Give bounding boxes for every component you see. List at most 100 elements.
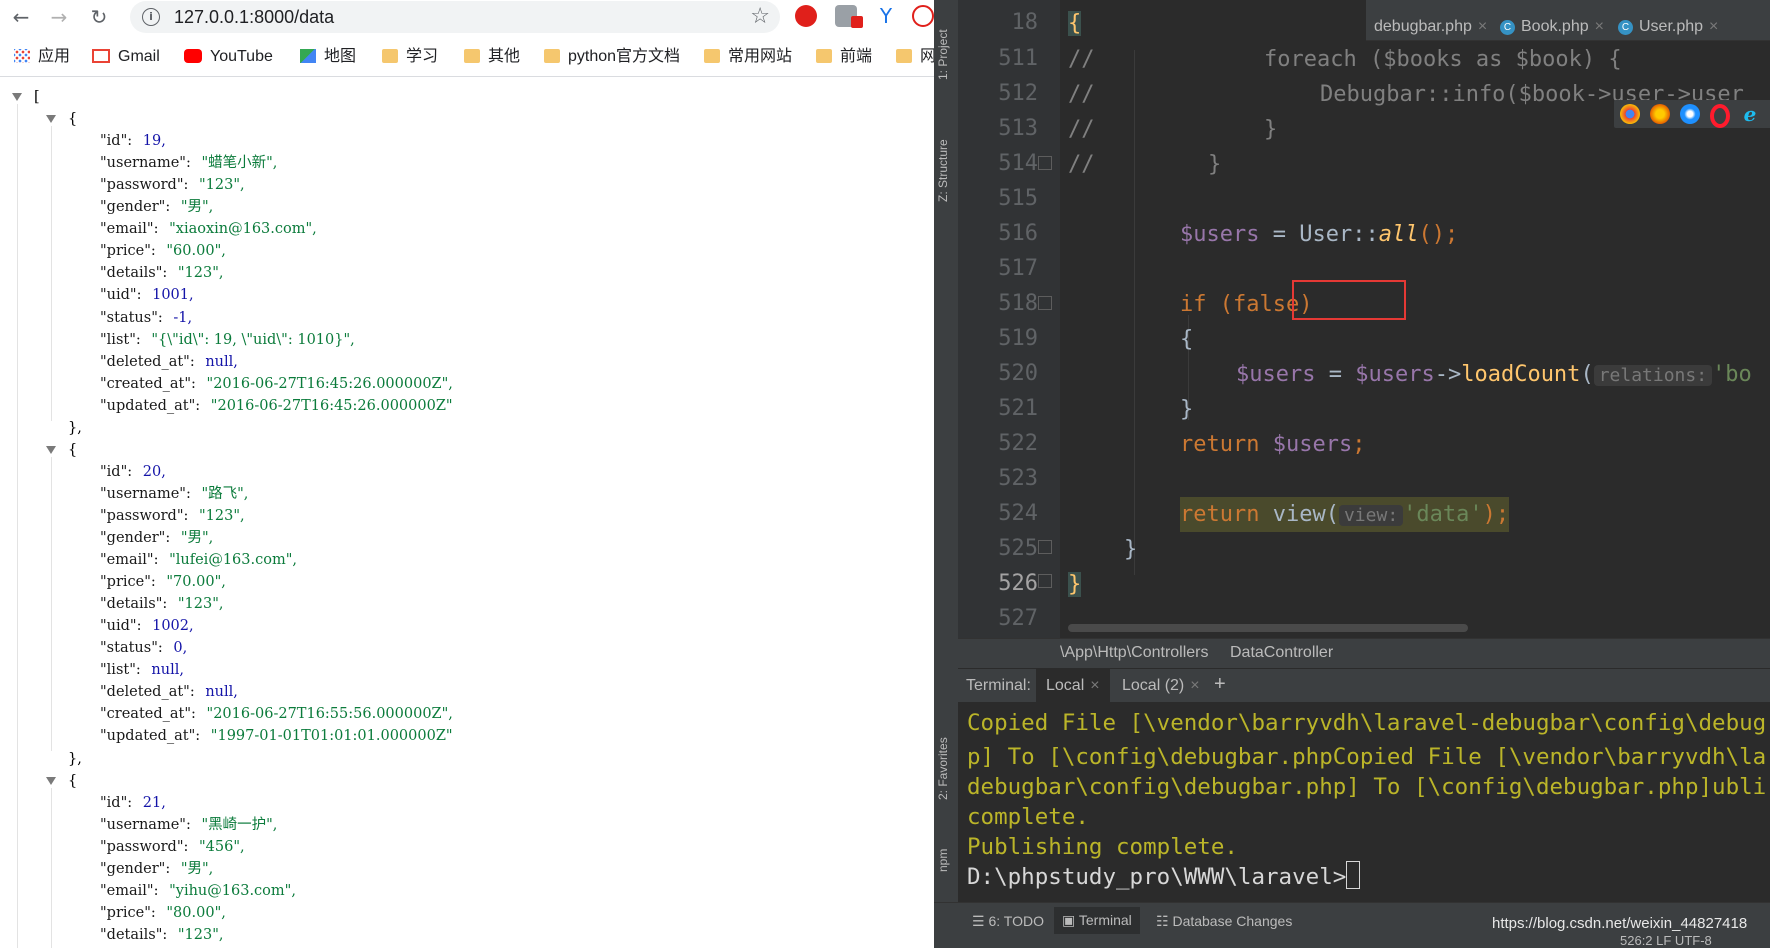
json-key: "password": [100, 838, 189, 855]
line-number: 524 [998, 501, 1038, 526]
bookmark-gmail[interactable]: Gmail [92, 46, 160, 68]
fold-marker-icon[interactable] [1038, 540, 1052, 554]
url-text[interactable]: 127.0.0.1:8000/data [174, 7, 334, 28]
close-icon[interactable]: × [1478, 18, 1487, 35]
bookmark-maps[interactable]: 地图 [300, 46, 356, 68]
json-property: "gender": "男", [100, 196, 213, 218]
json-property: "username": "路飞", [100, 483, 248, 505]
json-value: "男", [176, 530, 214, 546]
json-key: "uid": [100, 287, 142, 304]
json-value: "男", [176, 860, 214, 877]
json-key: "password": [100, 507, 189, 524]
json-value: "黑崎一护", [196, 816, 278, 833]
indent-guide [51, 456, 52, 752]
collapse-triangle-icon[interactable] [46, 115, 56, 124]
json-key: "list": [100, 331, 141, 348]
firefox-icon[interactable] [1650, 104, 1670, 124]
json-key: "created_at": [100, 706, 196, 723]
json-key: "deleted_at": [100, 353, 195, 370]
line-number: 526 [998, 571, 1038, 596]
close-icon[interactable]: × [1190, 677, 1199, 694]
folder-icon [704, 49, 720, 63]
reload-icon[interactable]: ↻ [84, 2, 114, 32]
opera-icon[interactable] [1710, 104, 1730, 128]
tab-user-php[interactable]: C User.php × [1618, 18, 1718, 36]
database-changes-tab[interactable]: ☷ Database Changes [1156, 913, 1292, 930]
code-line-524: return view(view:'data'); [1180, 497, 1510, 532]
json-bracket: { [68, 441, 78, 458]
indent-guide [1134, 50, 1135, 575]
npm-tool-label[interactable]: npm [936, 849, 950, 872]
bookmark-folder-frontend[interactable]: 前端 [816, 46, 872, 68]
record-extension-icon[interactable] [912, 5, 934, 27]
info-icon[interactable]: i [142, 8, 160, 26]
bookmark-folder-study[interactable]: 学习 [382, 46, 438, 68]
safari-icon[interactable] [1680, 104, 1700, 124]
breadcrumb-namespace[interactable]: \App\Http\Controllers [1060, 644, 1209, 662]
collapse-triangle-icon[interactable] [46, 445, 56, 454]
bookmark-folder-other[interactable]: 其他 [464, 46, 520, 68]
star-icon[interactable]: ☆ [750, 4, 770, 29]
ie-icon[interactable]: e [1740, 104, 1760, 124]
json-property: "email": "lufei@163.com", [100, 549, 297, 571]
json-value: "路飞", [196, 485, 249, 502]
json-value: "80.00", [161, 904, 226, 921]
terminal-output[interactable]: Copied File [\vendor\barryvdh\laravel-de… [958, 702, 1770, 902]
json-property: "created_at": "2016-06-27T16:55:56.00000… [100, 703, 453, 725]
chrome-icon[interactable] [1620, 104, 1640, 124]
bookmark-folder-common[interactable]: 常用网站 [704, 46, 792, 68]
line-number: 18 [1011, 10, 1039, 35]
favorites-tool-label[interactable]: 2: Favorites [936, 737, 950, 800]
new-terminal-button[interactable]: + [1214, 673, 1226, 696]
json-property: "password": "456", [100, 836, 245, 858]
json-value: "123", [173, 265, 224, 282]
highlight-box [1292, 280, 1406, 320]
tab-book-php[interactable]: C Book.php × [1500, 18, 1604, 36]
json-value: "2016-06-27T16:55:56.000000Z", [201, 706, 453, 723]
terminal-tool-tab[interactable]: ▣ Terminal [1054, 907, 1140, 934]
bookmark-youtube[interactable]: YouTube [184, 46, 273, 68]
code-line-519: { [1180, 327, 1194, 352]
json-bracket: [ [34, 89, 40, 105]
json-value: "yihu@163.com", [164, 882, 296, 899]
collapse-triangle-icon[interactable] [46, 776, 56, 785]
collapse-triangle-icon[interactable] [12, 93, 22, 101]
json-value: 21, [138, 794, 166, 811]
todo-tab[interactable]: ☰ 6: TODO [972, 913, 1044, 930]
cursor-position: 526:2 LF UTF-8 [1620, 933, 1712, 948]
json-property: "username": "蜡笔小新", [100, 152, 277, 174]
json-property: "details": "123", [100, 262, 224, 284]
code-editor[interactable]: { //foreach ($books as $book) { //Debugb… [1060, 0, 1770, 640]
bookmark-apps[interactable]: 应用 [14, 46, 70, 68]
json-key: "email": [100, 221, 159, 238]
editor-horizontal-scrollbar[interactable] [1068, 624, 1468, 632]
bookmark-folder-python[interactable]: python官方文档 [544, 46, 680, 68]
close-icon[interactable]: × [1090, 677, 1099, 694]
breadcrumb-class[interactable]: DataController [1230, 644, 1333, 662]
terminal-tab-local-2[interactable]: Local (2) × [1122, 677, 1200, 695]
terminal-icon: ▣ [1062, 912, 1079, 928]
tab-debugbar-php[interactable]: debugbar.php × [1374, 18, 1487, 36]
y-extension-icon[interactable]: Y [875, 5, 897, 27]
json-property: "deleted_at": null, [100, 351, 238, 373]
json-key: "gender": [100, 199, 171, 216]
fold-marker-icon[interactable] [1038, 156, 1052, 170]
database-icon: ☷ [1156, 913, 1173, 929]
fold-marker-icon[interactable] [1038, 296, 1052, 310]
json-property: "uid": 1002, [100, 615, 194, 637]
bookmark-folder-web[interactable]: 网 [896, 46, 934, 68]
structure-tool-label[interactable]: Z: Structure [936, 139, 950, 202]
terminal-line: p] To [\config\debugbar.phpCopied File [… [967, 744, 1767, 770]
project-tool-label[interactable]: 1: Project [936, 29, 950, 80]
close-icon[interactable]: × [1595, 18, 1604, 35]
fold-marker-icon[interactable] [1038, 574, 1052, 588]
json-value: -1, [168, 309, 193, 326]
back-icon[interactable]: ← [6, 2, 36, 32]
forward-icon[interactable]: → [44, 2, 74, 32]
adblock-extension-icon[interactable] [795, 5, 817, 27]
json-key: "created_at": [100, 375, 196, 392]
php-class-icon: C [1618, 20, 1633, 35]
terminal-tab-local[interactable]: Local × [1036, 669, 1110, 705]
omnibox[interactable]: i 127.0.0.1:8000/data ☆ [130, 1, 780, 33]
close-icon[interactable]: × [1709, 18, 1718, 35]
